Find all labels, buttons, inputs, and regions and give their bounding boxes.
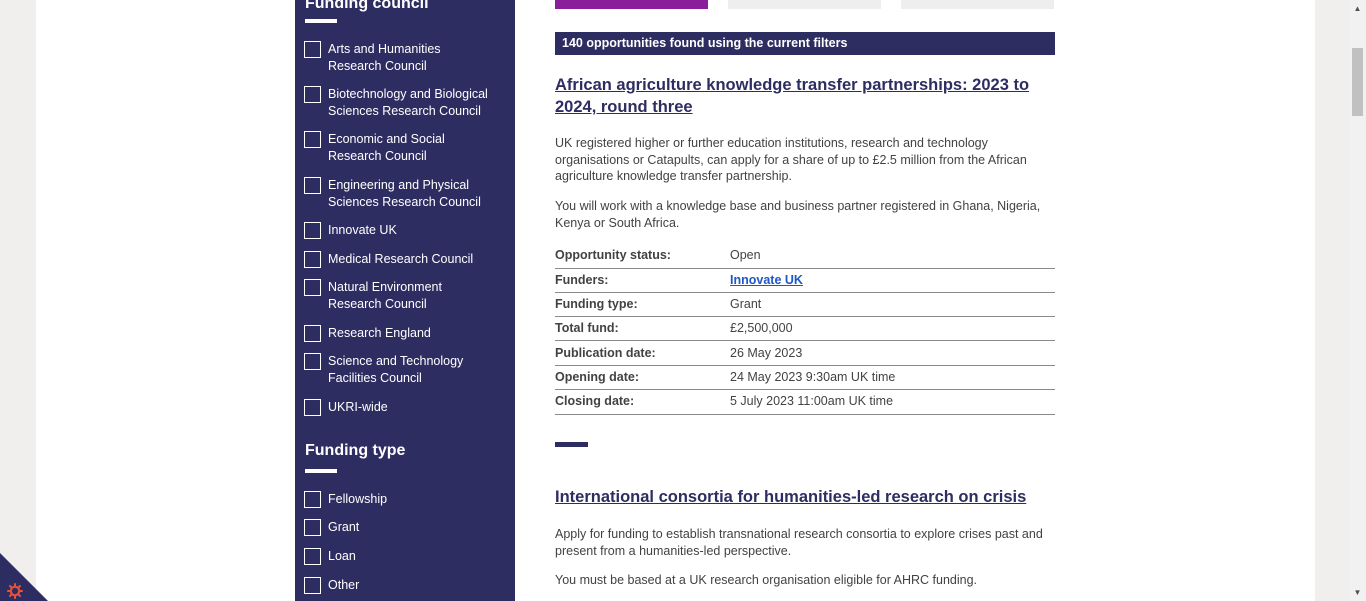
- filter-option-fellowship[interactable]: Fellowship: [304, 491, 496, 508]
- detail-label: Funding type:: [555, 297, 638, 311]
- filter-option-label: Medical Research Council: [328, 252, 474, 266]
- filter-option-epsrc[interactable]: Engineering and Physical Sciences Resear…: [304, 177, 496, 210]
- filter-sidebar: Funding council Arts and Humanities Rese…: [295, 0, 515, 601]
- filter-option-ukri-wide[interactable]: UKRI-wide: [304, 399, 496, 416]
- filter-option-label: Innovate UK: [328, 223, 397, 237]
- filter-option-ahrc[interactable]: Arts and Humanities Research Council: [304, 41, 496, 74]
- filter-option-innovate-uk[interactable]: Innovate UK: [304, 222, 496, 239]
- opportunity-title-link[interactable]: International consortia for humanities-l…: [555, 486, 1055, 508]
- opportunity-description: Apply for funding to establish transnati…: [555, 527, 1043, 558]
- funding-type-heading: Funding type: [305, 442, 406, 459]
- filter-option-label: Natural Environment Research Council: [328, 280, 442, 311]
- opportunity-description: UK registered higher or further educatio…: [555, 136, 1027, 183]
- filter-option-research-england[interactable]: Research England: [304, 325, 496, 342]
- filter-option-bbsrc[interactable]: Biotechnology and Biological Sciences Re…: [304, 86, 496, 119]
- detail-row-funders: Funders: Innovate UK: [555, 273, 1055, 293]
- checkbox[interactable]: [304, 353, 321, 370]
- filter-option-nerc[interactable]: Natural Environment Research Council: [304, 279, 496, 312]
- cookie-settings-button[interactable]: [0, 553, 48, 601]
- detail-value: Open: [730, 248, 761, 262]
- filter-option-stfc[interactable]: Science and Technology Facilities Counci…: [304, 353, 496, 386]
- checkbox[interactable]: [304, 222, 321, 239]
- checkbox[interactable]: [304, 279, 321, 296]
- cookie-corner-triangle: [0, 553, 48, 601]
- opportunity-description: You will work with a knowledge base and …: [555, 199, 1041, 230]
- tab-inactive[interactable]: [728, 0, 881, 9]
- filter-option-label: Economic and Social Research Council: [328, 132, 445, 163]
- filter-option-label: Grant: [328, 520, 360, 534]
- filter-option-label: Science and Technology Facilities Counci…: [328, 354, 464, 385]
- checkbox[interactable]: [304, 251, 321, 268]
- detail-value: 5 July 2023 11:00am UK time: [730, 394, 894, 408]
- tab-active[interactable]: [555, 0, 708, 9]
- checkbox[interactable]: [304, 325, 321, 342]
- detail-value: £2,500,000: [730, 321, 793, 335]
- detail-value: 24 May 2023 9:30am UK time: [730, 370, 896, 384]
- detail-value: 26 May 2023: [730, 346, 803, 360]
- scroll-down-arrow-icon[interactable]: ▼: [1349, 584, 1366, 601]
- checkbox[interactable]: [304, 86, 321, 103]
- checkbox[interactable]: [304, 399, 321, 416]
- detail-label: Total fund:: [555, 321, 619, 335]
- detail-value: Grant: [730, 297, 762, 311]
- filter-option-other[interactable]: Other: [304, 577, 496, 594]
- filter-option-label: Research England: [328, 326, 431, 340]
- checkbox[interactable]: [304, 177, 321, 194]
- filter-option-esrc[interactable]: Economic and Social Research Council: [304, 131, 496, 164]
- checkbox[interactable]: [304, 131, 321, 148]
- scroll-up-arrow-icon[interactable]: ▲: [1349, 0, 1366, 17]
- detail-label: Closing date:: [555, 394, 635, 408]
- filter-option-label: Fellowship: [328, 492, 388, 506]
- detail-row-opening-date: Opening date: 24 May 2023 9:30am UK time: [555, 370, 1055, 390]
- checkbox[interactable]: [304, 548, 321, 565]
- tab-inactive[interactable]: [901, 0, 1054, 9]
- filter-option-label: UKRI-wide: [328, 400, 388, 414]
- detail-label: Funders:: [555, 273, 609, 287]
- checkbox[interactable]: [304, 519, 321, 536]
- checkbox[interactable]: [304, 577, 321, 594]
- detail-row-total-fund: Total fund: £2,500,000: [555, 321, 1055, 341]
- detail-row-publication-date: Publication date: 26 May 2023: [555, 346, 1055, 366]
- detail-row-closing-date: Closing date: 5 July 2023 11:00am UK tim…: [555, 394, 1055, 415]
- filter-option-loan[interactable]: Loan: [304, 548, 496, 565]
- funder-link[interactable]: Innovate UK: [730, 273, 803, 287]
- checkbox[interactable]: [304, 491, 321, 508]
- vertical-scrollbar[interactable]: ▲ ▼: [1349, 0, 1366, 601]
- filter-option-label: Loan: [328, 549, 356, 563]
- detail-label: Publication date:: [555, 346, 656, 360]
- opportunity-title-link[interactable]: African agriculture knowledge transfer p…: [555, 74, 1055, 118]
- heading-underline: [305, 469, 337, 473]
- detail-row-funding-type: Funding type: Grant: [555, 297, 1055, 317]
- heading-underline: [305, 19, 337, 23]
- opportunity-description: You must be based at a UK research organ…: [555, 573, 978, 587]
- checkbox[interactable]: [304, 41, 321, 58]
- filter-option-label: Biotechnology and Biological Sciences Re…: [328, 87, 488, 118]
- opportunity-divider: [555, 442, 588, 447]
- scrollbar-thumb[interactable]: [1352, 48, 1363, 116]
- results-count-banner: 140 opportunities found using the curren…: [555, 32, 1055, 55]
- detail-row-status: Opportunity status: Open: [555, 248, 1055, 269]
- filter-option-label: Arts and Humanities Research Council: [328, 42, 441, 73]
- detail-label: Opening date:: [555, 370, 640, 384]
- filter-option-mrc[interactable]: Medical Research Council: [304, 251, 496, 268]
- filter-option-label: Other: [328, 578, 360, 592]
- filter-option-label: Engineering and Physical Sciences Resear…: [328, 178, 481, 209]
- filter-option-grant[interactable]: Grant: [304, 519, 496, 536]
- funding-council-heading: Funding council: [305, 0, 429, 12]
- detail-label: Opportunity status:: [555, 248, 671, 262]
